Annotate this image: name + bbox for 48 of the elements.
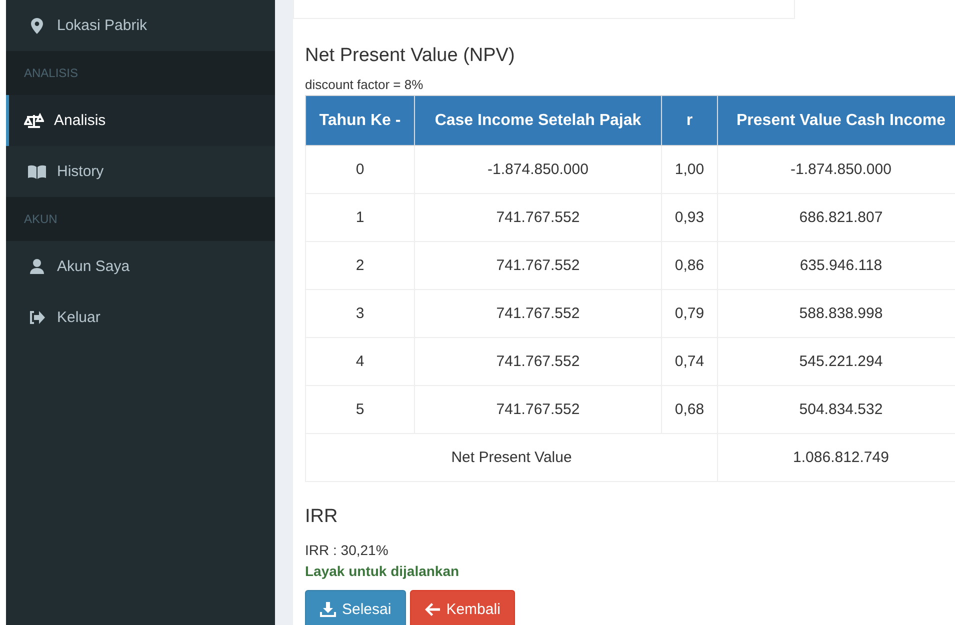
discount-factor-text: discount factor = 8% bbox=[305, 77, 424, 92]
verdict-text: Layak untuk dijalankan bbox=[305, 563, 460, 579]
table-cell: 5 bbox=[306, 386, 414, 434]
sidebar-section-header: AKUN bbox=[6, 197, 275, 241]
table-cell: 0,86 bbox=[662, 242, 718, 290]
section-title: Net Present Value (NPV) bbox=[305, 45, 516, 67]
sign-out-icon bbox=[27, 311, 47, 324]
table-cell: 0 bbox=[306, 146, 414, 194]
column-header: Tahun Ke - bbox=[306, 96, 414, 146]
download-icon bbox=[320, 602, 336, 616]
column-header: Present Value Cash Income bbox=[718, 96, 955, 146]
table-cell: 741.767.552 bbox=[414, 194, 662, 242]
column-header: Case Income Setelah Pajak bbox=[414, 96, 662, 146]
sidebar-item-label: Keluar bbox=[57, 309, 100, 326]
section-title: IRR bbox=[305, 506, 339, 528]
sidebar-section-header: ANALISIS bbox=[6, 51, 275, 95]
table-cell: 741.767.552 bbox=[414, 290, 662, 338]
column-header: r bbox=[662, 96, 718, 146]
table-cell: 4 bbox=[306, 338, 414, 386]
table-cell: 741.767.552 bbox=[414, 386, 662, 434]
table-cell: -1.874.850.000 bbox=[414, 146, 662, 194]
arrow-left-icon bbox=[425, 602, 440, 616]
table-cell: 741.767.552 bbox=[414, 338, 662, 386]
table-cell: 3 bbox=[306, 290, 414, 338]
table-cell: 2 bbox=[306, 242, 414, 290]
sidebar-item-label: Lokasi Pabrik bbox=[57, 17, 148, 34]
table-cell: 0,74 bbox=[662, 338, 718, 386]
scale-icon bbox=[24, 112, 44, 128]
sidebar-item[interactable]: Keluar bbox=[6, 292, 275, 343]
table-cell: 741.767.552 bbox=[414, 242, 662, 290]
table-cell: 0,68 bbox=[662, 386, 718, 434]
sidebar-item[interactable]: Lokasi Pabrik bbox=[6, 0, 275, 51]
table-cell: 1 bbox=[306, 194, 414, 242]
sidebar-item-label: Analisis bbox=[54, 112, 106, 129]
book-icon bbox=[27, 164, 47, 178]
table-cell: 0,93 bbox=[662, 194, 718, 242]
finish-button[interactable]: Selesai bbox=[305, 590, 406, 625]
sidebar-item-label: History bbox=[57, 163, 104, 180]
sidebar-item-label: Akun Saya bbox=[57, 258, 130, 275]
irr-value: IRR : 30,21% bbox=[305, 542, 390, 558]
sidebar-item[interactable]: Akun Saya bbox=[6, 241, 275, 292]
sidebar-item[interactable]: Analisis bbox=[6, 95, 275, 146]
user-icon bbox=[27, 259, 47, 274]
sidebar-item[interactable]: History bbox=[6, 146, 275, 197]
back-button[interactable]: Kembali bbox=[410, 590, 516, 625]
table-cell: Net Present Value bbox=[306, 434, 718, 482]
table-cell: 0,79 bbox=[662, 290, 718, 338]
table-cell: 1,00 bbox=[662, 146, 718, 194]
